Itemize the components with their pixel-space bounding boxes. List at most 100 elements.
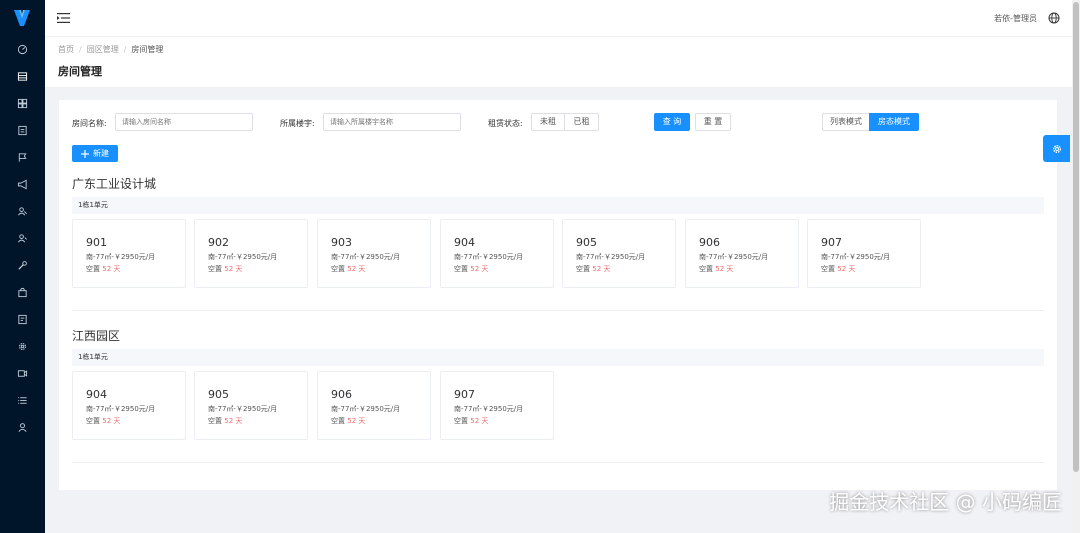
vacancy-label: 空置 xyxy=(699,265,716,273)
room-number: 904 xyxy=(86,388,107,401)
logo-icon[interactable] xyxy=(13,9,31,27)
vacancy-label: 空置 xyxy=(454,265,471,273)
room-info: 南-77㎡-￥2950元/月 xyxy=(821,253,891,261)
sidebar-item-report[interactable] xyxy=(14,311,30,327)
sidebar-item-settings[interactable] xyxy=(14,338,30,354)
search-button[interactable]: 查 询 xyxy=(654,113,690,131)
room-vacancy: 空置 52 天 xyxy=(86,416,120,426)
floating-settings-button[interactable] xyxy=(1043,135,1070,162)
vacancy-days: 52 天 xyxy=(347,417,366,425)
list-mode-button[interactable]: 列表模式 xyxy=(822,113,870,131)
sidebar-item-flag[interactable] xyxy=(14,149,30,165)
vacancy-days: 52 天 xyxy=(470,417,489,425)
vacancy-label: 空置 xyxy=(454,417,471,425)
room-info: 南-77㎡-￥2950元/月 xyxy=(576,253,646,261)
section-divider xyxy=(72,462,1044,463)
sidebar-item-document[interactable] xyxy=(14,122,30,138)
settings-icon xyxy=(18,342,26,350)
room-card[interactable]: 905 南-77㎡-￥2950元/月 空置 52 天 xyxy=(194,371,308,440)
user-name[interactable]: 若依-管理员 xyxy=(994,13,1037,24)
room-vacancy: 空置 52 天 xyxy=(821,264,855,274)
room-card[interactable]: 907 南-77㎡-￥2950元/月 空置 52 天 xyxy=(807,219,921,288)
user-group-icon xyxy=(17,233,27,242)
vacancy-label: 空置 xyxy=(331,265,348,273)
unit-header: 1栋1单元 xyxy=(72,349,1044,366)
top-header: 若依-管理员 xyxy=(45,0,1072,37)
new-button-label: 新建 xyxy=(93,149,109,158)
menu-toggle-icon[interactable] xyxy=(57,12,70,24)
sidebar-item-list[interactable] xyxy=(14,392,30,408)
watermark: 掘金技术社区 @ 小码编匠 xyxy=(829,490,1062,514)
room-number: 906 xyxy=(699,236,720,249)
unit-header: 1栋1单元 xyxy=(72,197,1044,214)
vacancy-days: 52 天 xyxy=(347,265,366,273)
room-card[interactable]: 904 南-77㎡-￥2950元/月 空置 52 天 xyxy=(72,371,186,440)
reset-button[interactable]: 重 置 xyxy=(695,113,731,131)
scrollbar-thumb[interactable] xyxy=(1073,2,1079,472)
status-option-unrented[interactable]: 未租 xyxy=(531,113,565,131)
room-name-label: 房间名称: xyxy=(72,119,107,128)
room-info: 南-77㎡-￥2950元/月 xyxy=(208,253,278,261)
vacancy-label: 空置 xyxy=(576,265,593,273)
room-card[interactable]: 904 南-77㎡-￥2950元/月 空置 52 天 xyxy=(440,219,554,288)
room-card[interactable]: 901 南-77㎡-￥2950元/月 空置 52 天 xyxy=(72,219,186,288)
report-icon xyxy=(17,314,27,324)
wrench-icon xyxy=(17,260,27,270)
room-number: 907 xyxy=(821,236,842,249)
room-number: 907 xyxy=(454,388,475,401)
room-card[interactable]: 906 南-77㎡-￥2950元/月 空置 52 天 xyxy=(685,219,799,288)
room-card[interactable]: 902 南-77㎡-￥2950元/月 空置 52 天 xyxy=(194,219,308,288)
sidebar-item-wrench[interactable] xyxy=(14,257,30,273)
room-info: 南-77㎡-￥2950元/月 xyxy=(454,253,524,261)
sidebar-item-bag[interactable] xyxy=(14,284,30,300)
gear-icon xyxy=(1052,144,1061,153)
page-title: 房间管理 xyxy=(58,65,102,78)
breadcrumb-home[interactable]: 首页 xyxy=(58,45,74,54)
room-vacancy: 空置 52 天 xyxy=(331,264,365,274)
room-vacancy: 空置 52 天 xyxy=(454,264,488,274)
status-mode-button[interactable]: 房态模式 xyxy=(869,113,919,131)
sidebar-item-user-group[interactable] xyxy=(14,230,30,246)
room-name-input[interactable] xyxy=(115,113,253,131)
sidebar-item-megaphone[interactable] xyxy=(14,176,30,192)
room-vacancy: 空置 52 天 xyxy=(331,416,365,426)
room-number: 906 xyxy=(331,388,352,401)
plus-icon xyxy=(81,149,89,158)
sidebar-item-grid[interactable] xyxy=(14,95,30,111)
dashboard-icon xyxy=(17,44,27,54)
vacancy-days: 52 天 xyxy=(102,265,121,273)
document-icon xyxy=(17,125,27,135)
room-card[interactable]: 906 南-77㎡-￥2950元/月 空置 52 天 xyxy=(317,371,431,440)
room-number: 905 xyxy=(576,236,597,249)
park-title: 广东工业设计城 xyxy=(72,177,157,191)
room-vacancy: 空置 52 天 xyxy=(576,264,610,274)
breadcrumb-parent[interactable]: 园区管理 xyxy=(87,45,119,54)
room-number: 904 xyxy=(454,236,475,249)
globe-icon[interactable] xyxy=(1048,12,1060,24)
sidebar-item-user[interactable] xyxy=(14,419,30,435)
room-card[interactable]: 907 南-77㎡-￥2950元/月 空置 52 天 xyxy=(440,371,554,440)
room-card[interactable]: 905 南-77㎡-￥2950元/月 空置 52 天 xyxy=(562,219,676,288)
room-number: 901 xyxy=(86,236,107,249)
page-head: 首页 / 园区管理 / 房间管理 房间管理 xyxy=(45,37,1072,87)
sidebar-item-dashboard[interactable] xyxy=(14,41,30,57)
building-input[interactable] xyxy=(323,113,461,131)
vacancy-days: 52 天 xyxy=(715,265,734,273)
room-info: 南-77㎡-￥2950元/月 xyxy=(454,405,524,413)
vacancy-days: 52 天 xyxy=(470,265,489,273)
vacancy-days: 52 天 xyxy=(592,265,611,273)
bag-icon xyxy=(17,287,27,297)
vacancy-label: 空置 xyxy=(86,417,103,425)
room-info: 南-77㎡-￥2950元/月 xyxy=(331,405,401,413)
room-card[interactable]: 903 南-77㎡-￥2950元/月 空置 52 天 xyxy=(317,219,431,288)
room-info: 南-77㎡-￥2950元/月 xyxy=(699,253,769,261)
room-info: 南-77㎡-￥2950元/月 xyxy=(331,253,401,261)
sidebar-item-video[interactable] xyxy=(14,365,30,381)
sidebar-item-building[interactable] xyxy=(14,68,30,84)
new-button[interactable]: 新建 xyxy=(72,145,118,162)
room-number: 902 xyxy=(208,236,229,249)
status-option-rented[interactable]: 已租 xyxy=(564,113,599,131)
vacancy-label: 空置 xyxy=(86,265,103,273)
vacancy-label: 空置 xyxy=(208,417,225,425)
sidebar-item-users[interactable] xyxy=(14,203,30,219)
